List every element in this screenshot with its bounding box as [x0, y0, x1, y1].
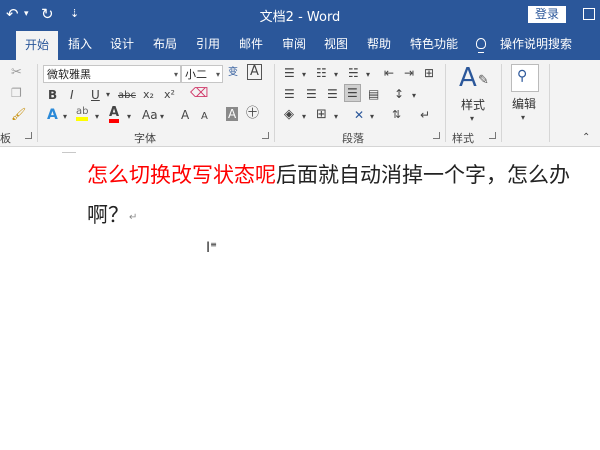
font-color-icon[interactable]: A — [109, 106, 120, 123]
tell-me-search[interactable]: 操作说明搜索 — [500, 35, 572, 53]
strikethrough-button[interactable]: abc — [118, 89, 136, 103]
clipboard-launcher-icon[interactable] — [25, 132, 32, 139]
text-cursor-icon: I≡ — [206, 240, 217, 256]
margin-marker — [62, 152, 76, 153]
numbering-icon[interactable]: ☷ — [316, 66, 327, 80]
font-size-select[interactable]: 小二 ▾ — [181, 65, 223, 83]
align-center-icon[interactable]: ☰ — [306, 87, 317, 101]
font-group-label: 字体 — [134, 132, 156, 145]
editing-button[interactable]: 编辑 — [509, 95, 539, 112]
subscript-button[interactable]: x₂ — [143, 88, 154, 102]
tab-mailings[interactable]: 邮件 — [239, 35, 263, 53]
paragraph-mark-icon: ↵ — [129, 212, 138, 223]
bullets-icon[interactable]: ☰ — [284, 66, 295, 80]
styles-icon[interactable]: A — [459, 64, 477, 92]
tab-review[interactable]: 审阅 — [282, 35, 306, 53]
restore-window-icon[interactable] — [583, 8, 595, 20]
underline-button[interactable]: U — [91, 88, 100, 102]
chinese-layout-icon[interactable]: ⊞ — [424, 66, 434, 80]
styles-button[interactable]: 样式 — [458, 96, 488, 113]
phonetic-guide-icon[interactable]: 变 — [228, 66, 238, 80]
font-name-select[interactable]: 微软雅黑 ▾ — [43, 65, 181, 83]
cut-icon[interactable]: ✂ — [11, 66, 22, 80]
increase-indent-icon[interactable]: ⇥ — [404, 66, 414, 80]
group-separator — [501, 64, 502, 142]
clipboard-group-label: 板 — [0, 132, 11, 145]
group-separator — [445, 64, 446, 142]
borders-dropdown-icon[interactable]: ▾ — [334, 110, 338, 124]
editing-button-frame[interactable]: ⚲ — [511, 64, 539, 92]
window-title: 文档2 - Word — [259, 10, 341, 25]
line-spacing-dropdown-icon[interactable]: ▾ — [412, 89, 416, 103]
highlight-color-icon[interactable]: ab — [76, 106, 89, 121]
change-case-dropdown-icon[interactable]: ▾ — [160, 110, 164, 124]
format-painter-icon[interactable]: 🖌 — [11, 107, 26, 121]
multilevel-list-icon[interactable]: ☵ — [348, 66, 359, 80]
font-color-dropdown-icon[interactable]: ▾ — [127, 110, 131, 124]
clear-formatting-icon[interactable]: ⌫ — [190, 87, 208, 101]
decrease-indent-icon[interactable]: ⇤ — [384, 66, 394, 80]
shading-dropdown-icon[interactable]: ▾ — [302, 110, 306, 124]
tab-design[interactable]: 设计 — [110, 35, 134, 53]
ribbon-tab-bar: 开始 插入 设计 布局 引用 邮件 审阅 视图 帮助 特色功能 操作说明搜索 — [0, 29, 600, 60]
tab-home[interactable]: 开始 — [16, 31, 59, 60]
document-line-1[interactable]: 怎么切换改写状态呢后面就自动消掉一个字，怎么办 — [87, 160, 570, 190]
paragraph-group-label: 段落 — [342, 132, 364, 145]
search-icon: ⚲ — [517, 68, 528, 84]
tab-references[interactable]: 引用 — [196, 35, 220, 53]
shrink-font-button[interactable]: A — [201, 110, 208, 124]
styles-dropdown-icon[interactable]: ▾ — [470, 112, 474, 126]
line-spacing-icon[interactable]: ↕ — [394, 87, 404, 101]
tab-layout[interactable]: 布局 — [153, 35, 177, 53]
numbering-dropdown-icon[interactable]: ▾ — [334, 68, 338, 82]
tab-special-features[interactable]: 特色功能 — [410, 35, 458, 53]
bullets-dropdown-icon[interactable]: ▾ — [302, 68, 306, 82]
align-right-icon[interactable]: ☰ — [327, 87, 338, 101]
justify-icon[interactable]: ☰ — [344, 84, 361, 102]
styles-group-label: 样式 — [452, 132, 474, 145]
collapse-ribbon-icon[interactable]: ⌃ — [582, 131, 590, 145]
character-shading-button[interactable]: A — [226, 107, 239, 121]
bold-button[interactable]: B — [48, 88, 57, 102]
sort-icon[interactable]: ⇅ — [392, 108, 401, 122]
distributed-icon[interactable]: ▤ — [368, 87, 379, 101]
editing-dropdown-icon[interactable]: ▾ — [521, 111, 525, 125]
highlight-dropdown-icon[interactable]: ▾ — [95, 110, 99, 124]
align-left-icon[interactable]: ☰ — [284, 87, 295, 101]
document-area[interactable] — [0, 147, 600, 450]
document-line-2[interactable]: 啊？ — [87, 200, 129, 230]
grow-font-button[interactable]: A — [181, 108, 189, 122]
change-case-button[interactable]: Aa — [142, 108, 158, 122]
paragraph-launcher-icon[interactable] — [433, 132, 440, 139]
italic-button[interactable]: I — [70, 88, 74, 102]
group-separator — [37, 64, 38, 142]
title-bar: ↶ ▾ ↻ ⇣ 文档2 - Word 登录 — [0, 0, 600, 29]
enclose-characters-icon[interactable]: ㊉ — [246, 107, 259, 121]
borders-icon[interactable]: ⊞ — [316, 108, 327, 122]
asian-layout-icon[interactable]: ✕ — [354, 108, 364, 122]
tab-help[interactable]: 帮助 — [367, 35, 391, 53]
text-effects-dropdown-icon[interactable]: ▾ — [63, 110, 67, 124]
asian-layout-dropdown-icon[interactable]: ▾ — [370, 110, 374, 124]
show-marks-icon[interactable]: ↵ — [420, 108, 430, 122]
tab-view[interactable]: 视图 — [324, 35, 348, 53]
group-separator — [274, 64, 275, 142]
tab-insert[interactable]: 插入 — [68, 35, 92, 53]
copy-icon[interactable]: ❐ — [11, 86, 22, 100]
font-launcher-icon[interactable] — [262, 132, 269, 139]
multilevel-dropdown-icon[interactable]: ▾ — [366, 68, 370, 82]
red-text-run: 怎么切换改写状态呢 — [87, 163, 276, 187]
shading-icon[interactable]: ◈ — [284, 108, 294, 122]
lightbulb-icon — [476, 38, 486, 53]
text-effects-icon[interactable]: A — [47, 108, 58, 122]
login-button[interactable]: 登录 — [528, 6, 566, 23]
group-separator — [549, 64, 550, 142]
character-border-icon[interactable]: A — [247, 64, 262, 80]
styles-launcher-icon[interactable] — [489, 132, 496, 139]
body-text-run: 后面就自动消掉一个字，怎么办 — [276, 163, 570, 187]
underline-dropdown-icon[interactable]: ▾ — [106, 88, 110, 102]
styles-brush-icon: ✎ — [478, 73, 489, 88]
superscript-button[interactable]: x² — [164, 88, 175, 102]
